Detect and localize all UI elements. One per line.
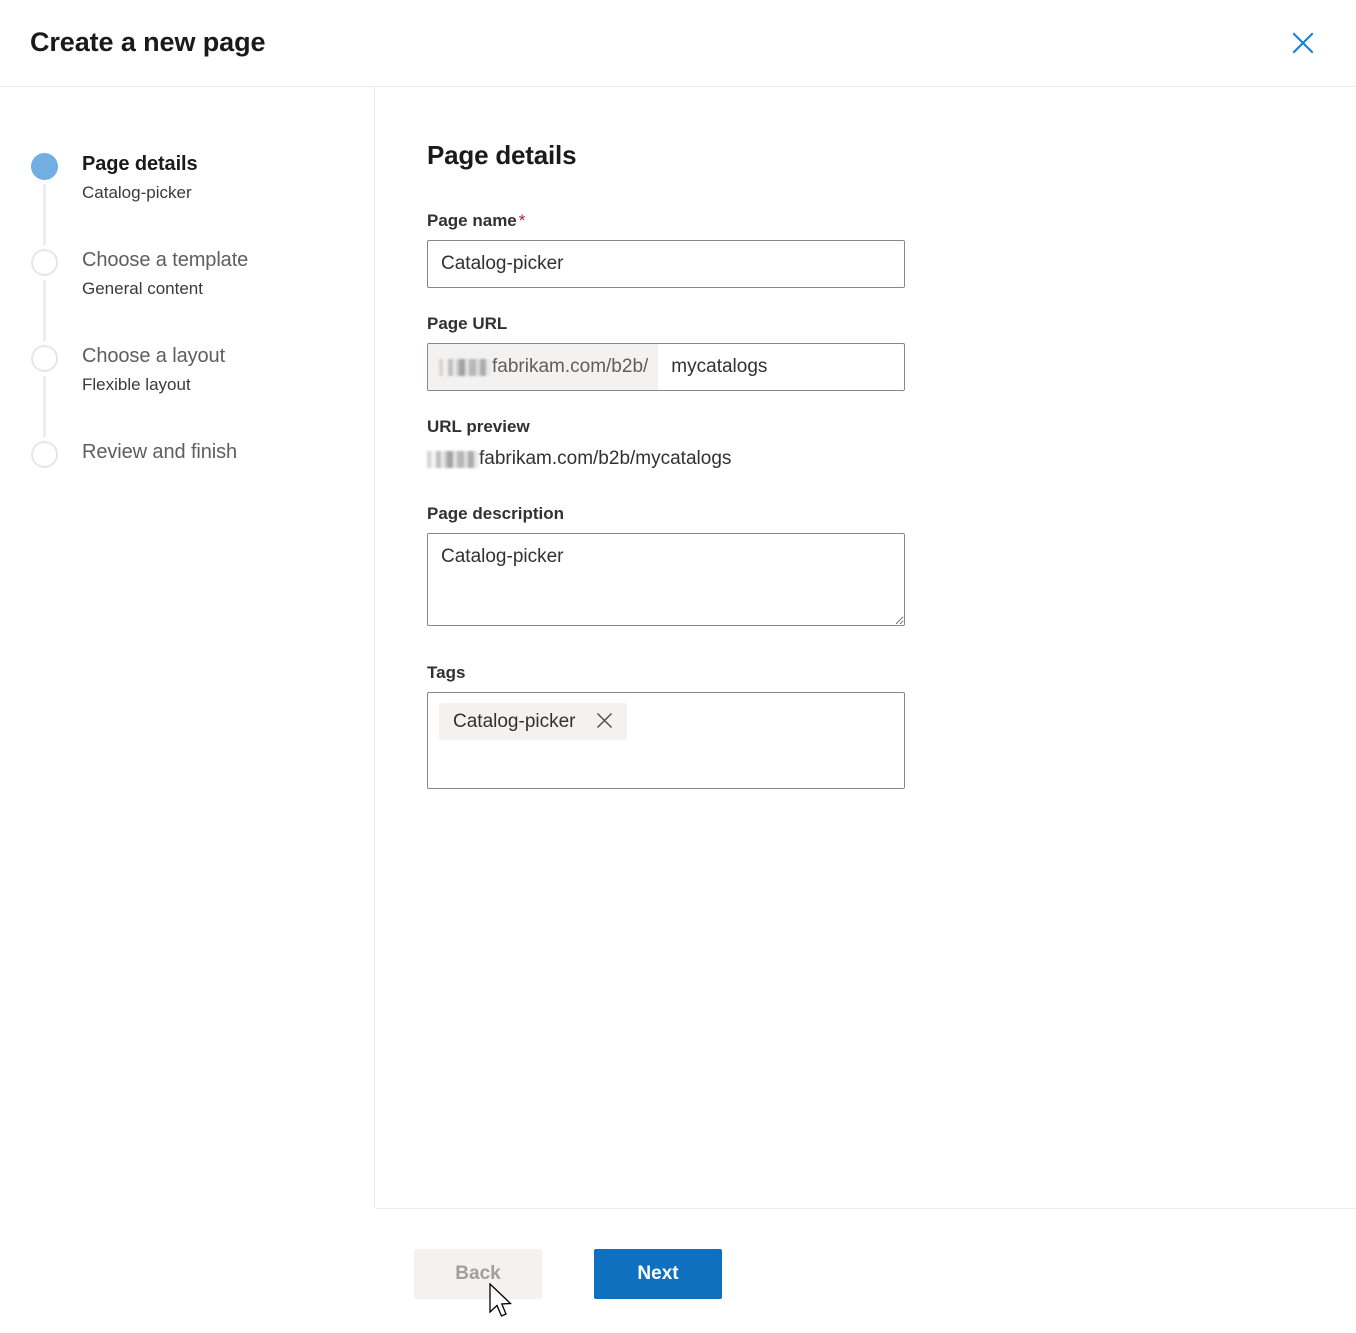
step-marker-empty-icon <box>31 441 58 468</box>
back-button[interactable]: Back <box>414 1249 542 1299</box>
step-connector-line <box>43 184 46 245</box>
dialog-footer: Back Next <box>376 1208 1356 1333</box>
wizard-step-review-and-finish[interactable]: Review and finish <box>31 439 351 479</box>
step-subtitle: General content <box>82 279 203 298</box>
close-dialog-button[interactable] <box>1286 26 1320 60</box>
tags-label: Tags <box>427 663 466 682</box>
dialog-title: Create a new page <box>30 27 266 57</box>
redacted-block-icon <box>427 450 479 468</box>
page-name-label-text: Page name <box>427 211 517 230</box>
page-title: Page details <box>427 140 577 170</box>
field-page-description: Page description <box>427 504 1356 631</box>
url-preview-value: fabrikam.com/b2b/mycatalogs <box>427 446 1356 472</box>
step-marker-empty-icon <box>31 345 58 372</box>
field-url-preview: URL preview fabrikam.com/b2b/mycatalogs <box>427 417 1356 472</box>
required-asterisk: * <box>518 211 526 230</box>
field-page-name: Page name * <box>427 211 1356 288</box>
step-connector-line <box>43 280 46 341</box>
tag-chip-label: Catalog-picker <box>453 710 576 732</box>
page-url-prefix: fabrikam.com/b2b/ <box>428 344 659 390</box>
page-url-prefix-text: fabrikam.com/b2b/ <box>492 356 649 377</box>
dialog-header: Create a new page <box>0 0 1356 87</box>
close-icon <box>596 712 613 732</box>
page-name-label: Page name * <box>427 211 1356 231</box>
field-page-url: Page URL fabrikam.com/b2b/ <box>427 314 1356 391</box>
step-title: Choose a template <box>82 249 249 271</box>
url-preview-label: URL preview <box>427 417 530 436</box>
page-url-slug-input[interactable] <box>658 344 904 390</box>
next-button[interactable]: Next <box>594 1249 722 1299</box>
page-name-input[interactable] <box>427 240 905 288</box>
wizard-steps-sidebar: Page details Catalog-picker Choose a tem… <box>0 87 375 1208</box>
wizard-step-list: Page details Catalog-picker Choose a tem… <box>31 151 351 479</box>
step-marker-filled-icon <box>31 153 58 180</box>
step-subtitle: Catalog-picker <box>82 183 192 202</box>
step-title: Choose a layout <box>82 345 226 367</box>
field-tags: Tags Catalog-picker <box>427 663 1356 789</box>
wizard-main-pane: Page details Page name* Page URL fabrika… <box>376 87 1356 1208</box>
redacted-block-icon <box>439 358 491 376</box>
tag-chip: Catalog-picker <box>439 703 627 740</box>
close-icon <box>1292 32 1314 54</box>
step-title: Review and finish <box>82 441 238 463</box>
step-title: Page details <box>82 153 198 175</box>
wizard-step-choose-a-layout[interactable]: Choose a layout Flexible layout <box>31 343 351 439</box>
dialog-body: Page details Catalog-picker Choose a tem… <box>0 87 1356 1208</box>
tag-remove-button[interactable] <box>590 712 619 732</box>
page-description-textarea[interactable] <box>427 533 905 626</box>
page-url-label: Page URL <box>427 314 508 333</box>
step-marker-empty-icon <box>31 249 58 276</box>
step-subtitle: Flexible layout <box>82 375 191 394</box>
wizard-step-page-details[interactable]: Page details Catalog-picker <box>31 151 351 247</box>
url-preview-text: fabrikam.com/b2b/mycatalogs <box>479 448 732 469</box>
page-url-input-group: fabrikam.com/b2b/ <box>427 343 905 391</box>
page-description-label: Page description <box>427 504 564 523</box>
footer-button-group: Back Next <box>414 1249 722 1299</box>
wizard-step-choose-a-template[interactable]: Choose a template General content <box>31 247 351 343</box>
step-connector-line <box>43 376 46 437</box>
tags-input-box[interactable]: Catalog-picker <box>427 692 905 789</box>
